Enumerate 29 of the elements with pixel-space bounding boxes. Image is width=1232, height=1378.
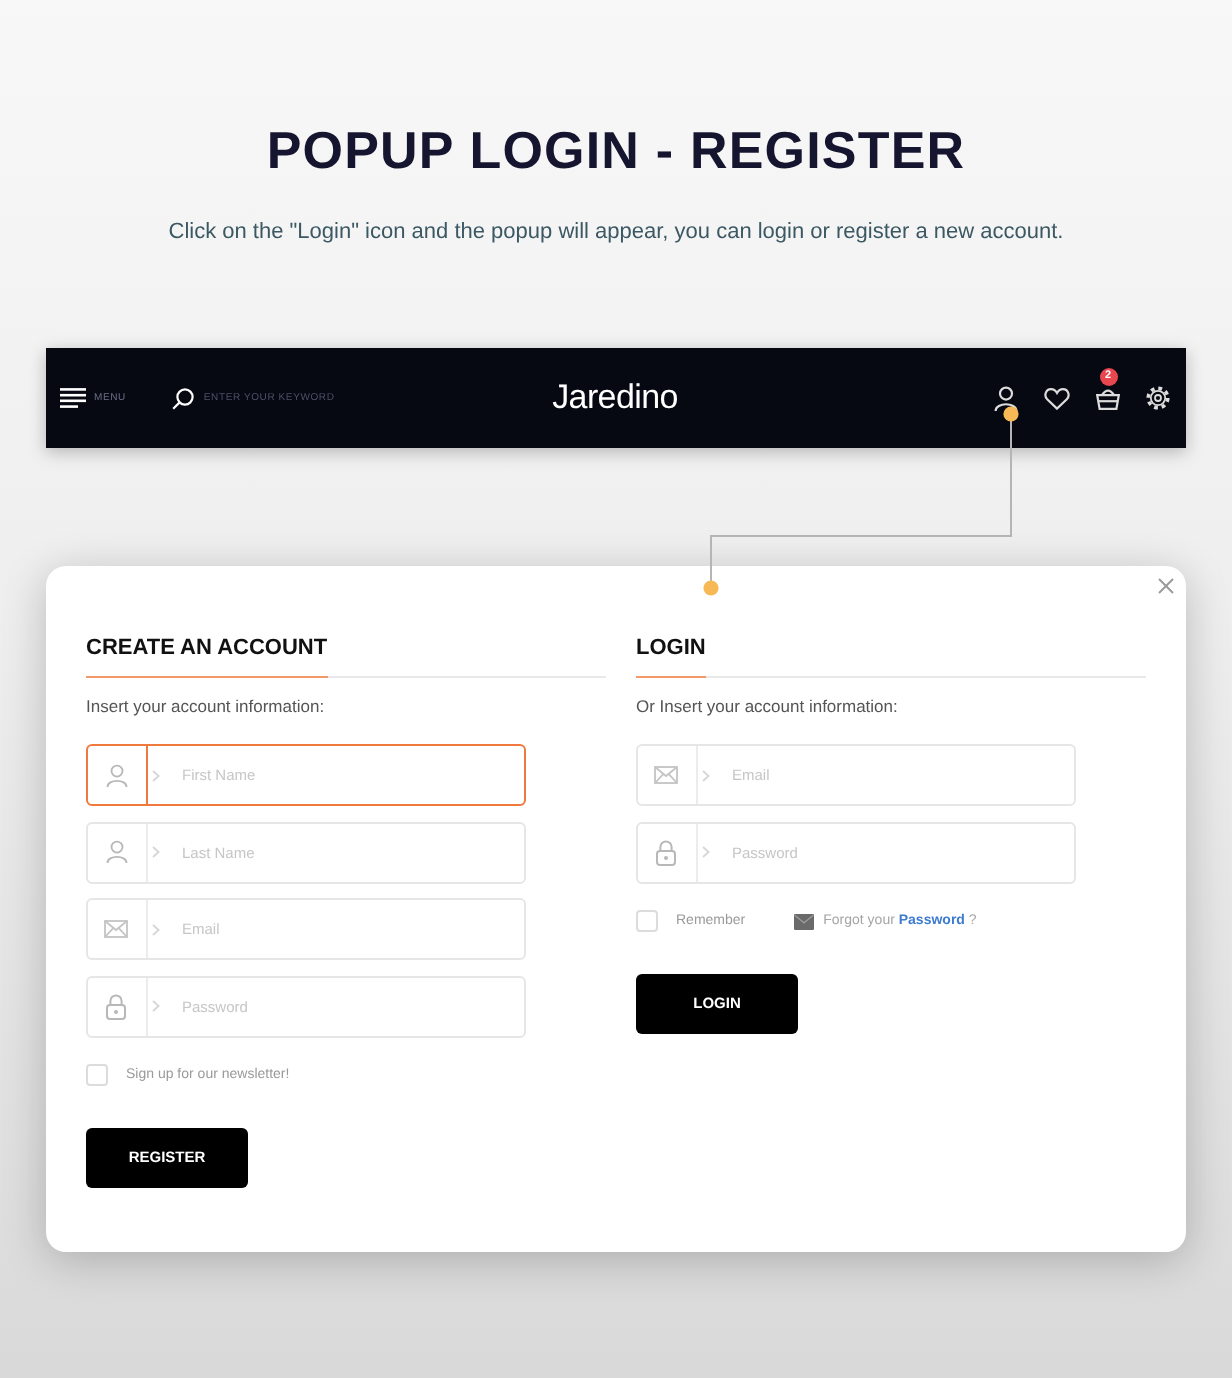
settings-icon[interactable] [1146,386,1170,410]
lock-icon [106,993,126,1019]
heart-icon[interactable] [1044,387,1070,409]
chevron-icon [702,846,710,858]
chevron-icon [702,769,710,781]
section-title: LOGIN [636,634,706,678]
chevron-icon [152,1000,160,1012]
site-logo[interactable]: Jaredino [552,378,678,418]
section-intro: Insert your account information: [86,696,325,718]
section-intro: Or Insert your account information: [636,696,898,718]
page-subtitle: Click on the "Login" icon and the popup will appear, you can login or register a new account. [168,218,1064,246]
menu-icon[interactable] [60,388,86,408]
section-title: CREATE AN ACCOUNT [86,634,328,678]
close-icon[interactable] [1158,578,1174,594]
envelope-icon [654,766,678,784]
envelope-icon [104,920,128,938]
chevron-icon [152,846,160,858]
basket-icon[interactable] [1096,386,1120,410]
user-icon[interactable] [994,385,1018,411]
envelope-icon [793,913,814,929]
lock-icon [656,839,676,865]
newsletter-checkbox[interactable] [86,1064,108,1086]
chevron-icon [152,769,160,781]
page-title: POPUP LOGIN - REGISTER [266,120,966,180]
user-icon [105,840,127,864]
search-icon[interactable] [171,387,194,409]
chevron-icon [152,923,160,935]
user-icon [105,763,127,787]
remember-checkbox[interactable] [636,910,658,932]
